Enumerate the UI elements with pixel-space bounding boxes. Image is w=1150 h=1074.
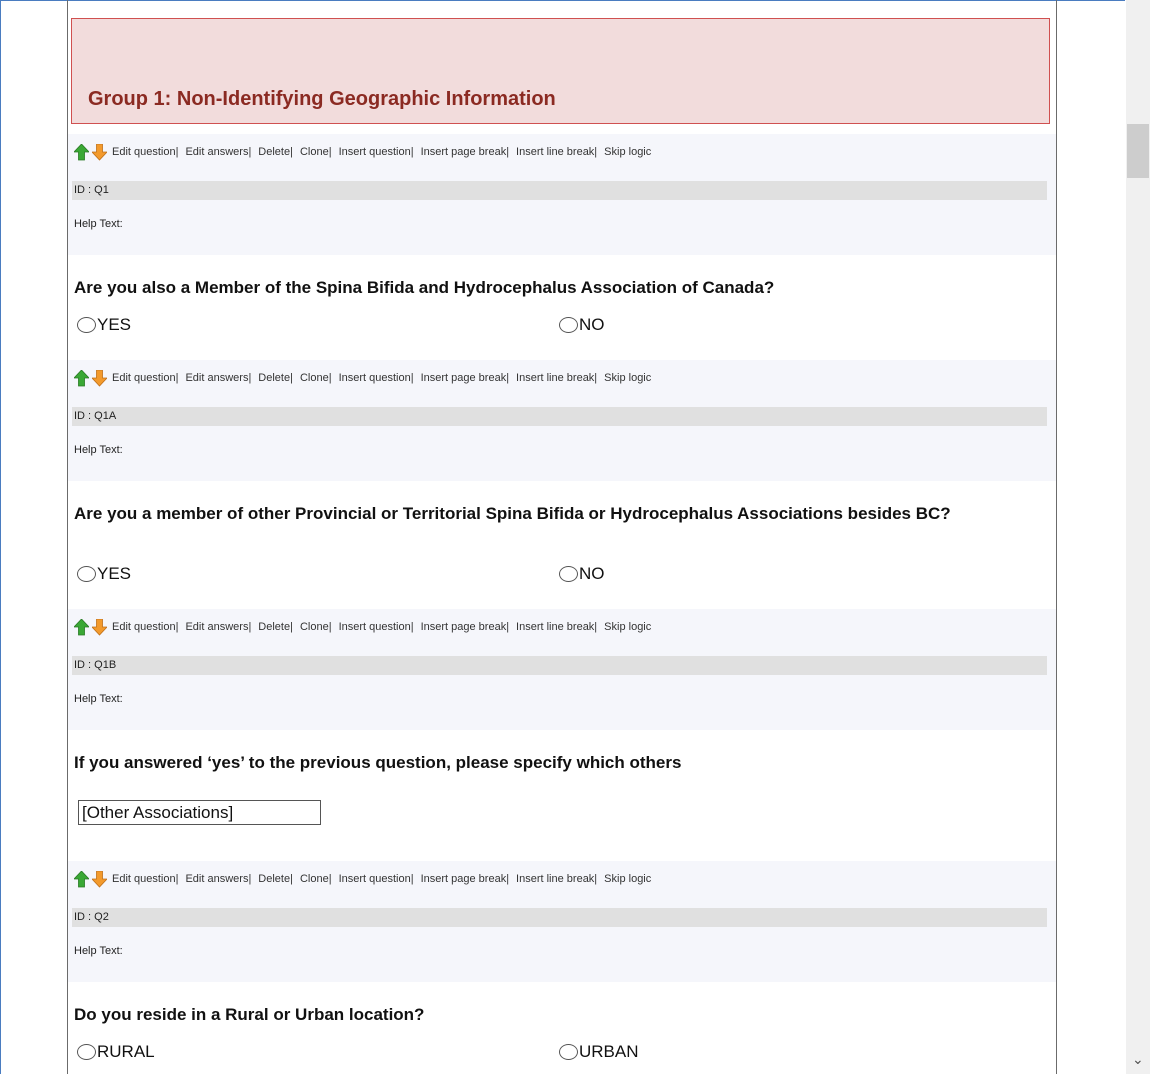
help-text-label: Help Text: <box>74 444 123 456</box>
delete-link[interactable]: Delete| <box>258 372 293 384</box>
question-toolbar-area: Edit question| Edit answers| Delete| Clo… <box>68 360 1056 481</box>
vertical-scrollbar[interactable]: ⌄ <box>1126 0 1150 1074</box>
window-left-border <box>0 0 1 1074</box>
window-top-border <box>0 0 1125 1</box>
other-associations-input[interactable]: [Other Associations] <box>78 800 321 825</box>
question-toolbar-area: Edit question| Edit answers| Delete| Clo… <box>68 134 1056 255</box>
move-down-arrow-icon[interactable] <box>92 369 107 387</box>
move-down-arrow-icon[interactable] <box>92 143 107 161</box>
radio-option-yes[interactable]: YES <box>77 564 131 584</box>
radio-button[interactable] <box>559 1044 578 1060</box>
edit-answers-link[interactable]: Edit answers| <box>185 146 251 158</box>
radio-option-rural[interactable]: RURAL <box>77 1042 155 1062</box>
move-up-arrow-icon[interactable] <box>74 369 89 387</box>
help-text-label: Help Text: <box>74 693 123 705</box>
edit-answers-link[interactable]: Edit answers| <box>185 372 251 384</box>
edit-question-link[interactable]: Edit question| <box>112 372 178 384</box>
group-title: Group 1: Non-Identifying Geographic Info… <box>88 88 556 110</box>
question-id: ID : Q1 <box>72 181 1047 200</box>
edit-question-link[interactable]: Edit question| <box>112 873 178 885</box>
radio-option-no[interactable]: NO <box>559 564 605 584</box>
insert-line-break-link[interactable]: Insert line break| <box>516 873 597 885</box>
question-id: ID : Q1A <box>72 407 1047 426</box>
delete-link[interactable]: Delete| <box>258 873 293 885</box>
move-up-arrow-icon[interactable] <box>74 870 89 888</box>
edit-answers-link[interactable]: Edit answers| <box>185 873 251 885</box>
insert-page-break-link[interactable]: Insert page break| <box>421 146 509 158</box>
insert-question-link[interactable]: Insert question| <box>339 146 414 158</box>
skip-logic-link[interactable]: Skip logic <box>604 372 651 384</box>
edit-question-link[interactable]: Edit question| <box>112 146 178 158</box>
edit-question-link[interactable]: Edit question| <box>112 621 178 633</box>
clone-link[interactable]: Clone| <box>300 873 332 885</box>
question-text: Are you a member of other Provincial or … <box>74 504 951 523</box>
insert-question-link[interactable]: Insert question| <box>339 621 414 633</box>
question-toolbar: Edit question| Edit answers| Delete| Clo… <box>74 616 658 638</box>
move-down-arrow-icon[interactable] <box>92 870 107 888</box>
edit-answers-link[interactable]: Edit answers| <box>185 621 251 633</box>
insert-line-break-link[interactable]: Insert line break| <box>516 372 597 384</box>
question-toolbar: Edit question| Edit answers| Delete| Clo… <box>74 868 658 890</box>
content-right-border <box>1056 0 1057 1074</box>
radio-button[interactable] <box>559 317 578 333</box>
skip-logic-link[interactable]: Skip logic <box>604 621 651 633</box>
question-id: ID : Q1B <box>72 656 1047 675</box>
question-toolbar: Edit question| Edit answers| Delete| Clo… <box>74 141 658 163</box>
radio-button[interactable] <box>559 566 578 582</box>
delete-link[interactable]: Delete| <box>258 146 293 158</box>
question-text: Are you also a Member of the Spina Bifid… <box>74 278 775 297</box>
insert-page-break-link[interactable]: Insert page break| <box>421 873 509 885</box>
delete-link[interactable]: Delete| <box>258 621 293 633</box>
insert-question-link[interactable]: Insert question| <box>339 873 414 885</box>
help-text-label: Help Text: <box>74 945 123 957</box>
option-label: URBAN <box>579 1042 639 1061</box>
option-label: NO <box>579 564 605 583</box>
option-label: YES <box>97 564 132 583</box>
help-text-label: Help Text: <box>74 218 123 230</box>
move-up-arrow-icon[interactable] <box>74 618 89 636</box>
insert-line-break-link[interactable]: Insert line break| <box>516 146 597 158</box>
clone-link[interactable]: Clone| <box>300 146 332 158</box>
option-label: YES <box>97 315 132 334</box>
scroll-down-arrow-icon[interactable]: ⌄ <box>1132 1052 1144 1066</box>
scrollbar-thumb[interactable] <box>1127 124 1149 178</box>
question-toolbar-area: Edit question| Edit answers| Delete| Clo… <box>68 609 1056 730</box>
insert-question-link[interactable]: Insert question| <box>339 372 414 384</box>
insert-line-break-link[interactable]: Insert line break| <box>516 621 597 633</box>
radio-option-urban[interactable]: URBAN <box>559 1042 639 1062</box>
question-toolbar: Edit question| Edit answers| Delete| Clo… <box>74 367 658 389</box>
insert-page-break-link[interactable]: Insert page break| <box>421 621 509 633</box>
skip-logic-link[interactable]: Skip logic <box>604 146 651 158</box>
question-toolbar-area: Edit question| Edit answers| Delete| Clo… <box>68 861 1056 982</box>
radio-button[interactable] <box>77 1044 96 1060</box>
move-up-arrow-icon[interactable] <box>74 143 89 161</box>
insert-page-break-link[interactable]: Insert page break| <box>421 372 509 384</box>
question-text: If you answered ‘yes’ to the previous qu… <box>74 753 682 772</box>
radio-button[interactable] <box>77 566 96 582</box>
radio-option-no[interactable]: NO <box>559 315 605 335</box>
radio-option-yes[interactable]: YES <box>77 315 131 335</box>
group-header: Group 1: Non-Identifying Geographic Info… <box>71 18 1050 124</box>
skip-logic-link[interactable]: Skip logic <box>604 873 651 885</box>
radio-button[interactable] <box>77 317 96 333</box>
question-id: ID : Q2 <box>72 908 1047 927</box>
question-text: Do you reside in a Rural or Urban locati… <box>74 1005 425 1024</box>
option-label: RURAL <box>97 1042 155 1061</box>
clone-link[interactable]: Clone| <box>300 372 332 384</box>
clone-link[interactable]: Clone| <box>300 621 332 633</box>
option-label: NO <box>579 315 605 334</box>
move-down-arrow-icon[interactable] <box>92 618 107 636</box>
